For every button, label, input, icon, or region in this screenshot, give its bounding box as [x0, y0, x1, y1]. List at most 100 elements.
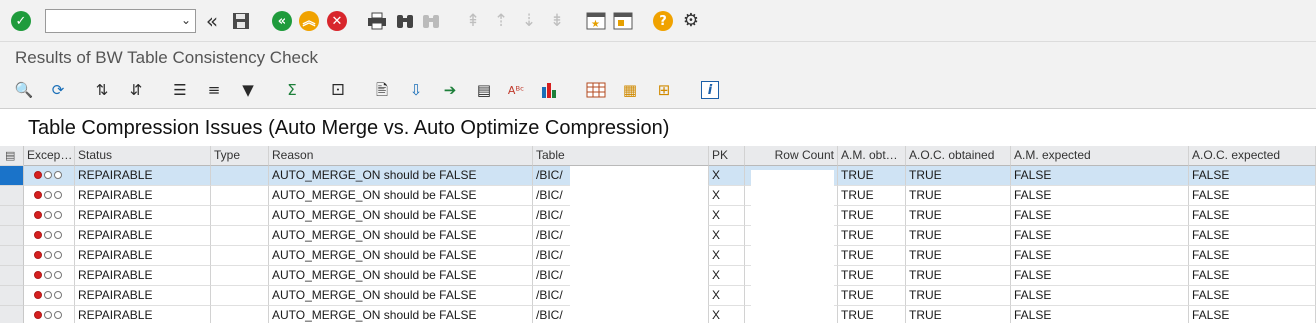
cell-aoc-expected: FALSE — [1189, 186, 1316, 206]
sort-descending-icon[interactable]: ⇵ — [126, 80, 146, 100]
cell-am-expected: FALSE — [1011, 266, 1189, 286]
exit-icon[interactable]: ︽ — [298, 10, 320, 32]
cell-aoc-obtained: TRUE — [906, 306, 1011, 323]
row-selector[interactable] — [0, 166, 24, 186]
new-session-icon[interactable]: ★ — [585, 10, 607, 32]
cell-am-obtained: TRUE — [838, 186, 906, 206]
back-icon[interactable]: « — [271, 10, 293, 32]
last-page-icon[interactable]: ⇟ — [546, 10, 568, 32]
details-icon[interactable]: 🔍 — [14, 80, 34, 100]
cell-am-obtained: TRUE — [838, 266, 906, 286]
cell-am-expected: FALSE — [1011, 286, 1189, 306]
off-light-icon — [54, 191, 62, 199]
next-page-icon[interactable]: ⇣ — [518, 10, 540, 32]
red-light-icon — [34, 291, 42, 299]
redacted-area — [751, 170, 834, 323]
row-selector[interactable] — [0, 266, 24, 286]
row-selector[interactable] — [0, 226, 24, 246]
chevron-down-icon[interactable]: ⌄ — [181, 13, 191, 27]
row-selector[interactable] — [0, 306, 24, 323]
cell-reason: AUTO_MERGE_ON should be FALSE — [269, 286, 533, 306]
cell-aoc-expected: FALSE — [1189, 306, 1316, 323]
cell-status: REPAIRABLE — [75, 286, 211, 306]
center-align-icon[interactable]: ☰ — [170, 80, 190, 100]
red-light-icon — [34, 251, 42, 259]
cell-am-expected: FALSE — [1011, 206, 1189, 226]
row-selector[interactable] — [0, 186, 24, 206]
command-field[interactable]: ⌄ — [45, 9, 196, 33]
cell-type — [211, 266, 269, 286]
previous-page-icon[interactable]: ⇡ — [490, 10, 512, 32]
red-light-icon — [34, 311, 42, 319]
shortcut-icon[interactable] — [612, 10, 634, 32]
column-header-table[interactable]: Table — [533, 146, 709, 166]
help-icon[interactable]: ? — [652, 10, 674, 32]
row-selector[interactable] — [0, 206, 24, 226]
cell-aoc-expected: FALSE — [1189, 166, 1316, 186]
red-light-icon — [34, 211, 42, 219]
back-to-start-icon[interactable]: « — [201, 10, 223, 32]
refresh-icon[interactable]: ⟳ — [48, 80, 68, 100]
information-icon[interactable]: i — [700, 80, 720, 100]
traffic-light-icon — [34, 171, 62, 179]
column-header-am-obtained[interactable]: A.M. obt… — [838, 146, 906, 166]
cell-status: REPAIRABLE — [75, 306, 211, 323]
cell-status: REPAIRABLE — [75, 166, 211, 186]
subtotal-icon[interactable]: ⚀ — [328, 80, 348, 100]
word-processing-icon[interactable]: ▤ — [474, 80, 494, 100]
select-layout-icon[interactable]: ▦ — [620, 80, 640, 100]
sum-icon[interactable]: Σ — [282, 80, 302, 100]
save-icon[interactable] — [230, 10, 252, 32]
save-layout-icon[interactable]: ⊞ — [654, 80, 674, 100]
column-header-pk[interactable]: PK — [709, 146, 745, 166]
cell-exception — [24, 186, 75, 206]
find-next-icon[interactable] — [420, 10, 442, 32]
send-icon[interactable]: ➔ — [440, 80, 460, 100]
cell-reason: AUTO_MERGE_ON should be FALSE — [269, 206, 533, 226]
sort-ascending-icon[interactable]: ⇅ — [92, 80, 112, 100]
column-header-status[interactable]: Status — [75, 146, 211, 166]
first-page-icon[interactable]: ⇞ — [462, 10, 484, 32]
column-header-reason[interactable]: Reason — [269, 146, 533, 166]
print-icon[interactable] — [366, 10, 388, 32]
column-header-aoc-obtained[interactable]: A.O.C. obtained — [906, 146, 1011, 166]
traffic-light-icon — [34, 311, 62, 319]
change-layout-icon[interactable] — [586, 80, 606, 100]
traffic-light-icon — [34, 271, 62, 279]
cell-aoc-obtained: TRUE — [906, 166, 1011, 186]
cell-am-expected: FALSE — [1011, 186, 1189, 206]
cell-reason: AUTO_MERGE_ON should be FALSE — [269, 246, 533, 266]
off-light-icon — [44, 271, 52, 279]
cancel-icon[interactable]: ✕ — [326, 10, 348, 32]
cell-type — [211, 186, 269, 206]
select-all-icon[interactable]: ▤ — [0, 146, 24, 166]
filter-icon[interactable]: ▼ — [238, 80, 258, 100]
off-light-icon — [54, 271, 62, 279]
red-light-icon — [34, 231, 42, 239]
cell-aoc-obtained: TRUE — [906, 206, 1011, 226]
traffic-light-icon — [34, 191, 62, 199]
abc-analysis-icon[interactable]: Aᴮᶜ — [506, 80, 526, 100]
find-icon[interactable] — [394, 10, 416, 32]
cell-am-obtained: TRUE — [838, 286, 906, 306]
column-header-am-expected[interactable]: A.M. expected — [1011, 146, 1189, 166]
cell-pk: X — [709, 286, 745, 306]
print-preview-icon[interactable]: 🖹 — [372, 80, 392, 100]
cell-am-expected: FALSE — [1011, 226, 1189, 246]
column-header-exception[interactable]: Excep… — [24, 146, 75, 166]
cell-pk: X — [709, 206, 745, 226]
customize-layout-icon[interactable]: ⚙ — [680, 10, 702, 32]
align-icon[interactable]: ≡ — [204, 80, 224, 100]
column-header-row-count[interactable]: Row Count — [745, 146, 838, 166]
column-header-aoc-expected[interactable]: A.O.C. expected — [1189, 146, 1316, 166]
cell-aoc-expected: FALSE — [1189, 226, 1316, 246]
enter-check-icon[interactable]: ✓ — [10, 10, 32, 32]
row-selector[interactable] — [0, 286, 24, 306]
row-selector[interactable] — [0, 246, 24, 266]
cell-status: REPAIRABLE — [75, 186, 211, 206]
off-light-icon — [54, 171, 62, 179]
export-icon[interactable]: ⇩ — [406, 80, 426, 100]
column-header-type[interactable]: Type — [211, 146, 269, 166]
graphic-icon[interactable] — [540, 80, 560, 100]
svg-text:★: ★ — [591, 19, 600, 30]
